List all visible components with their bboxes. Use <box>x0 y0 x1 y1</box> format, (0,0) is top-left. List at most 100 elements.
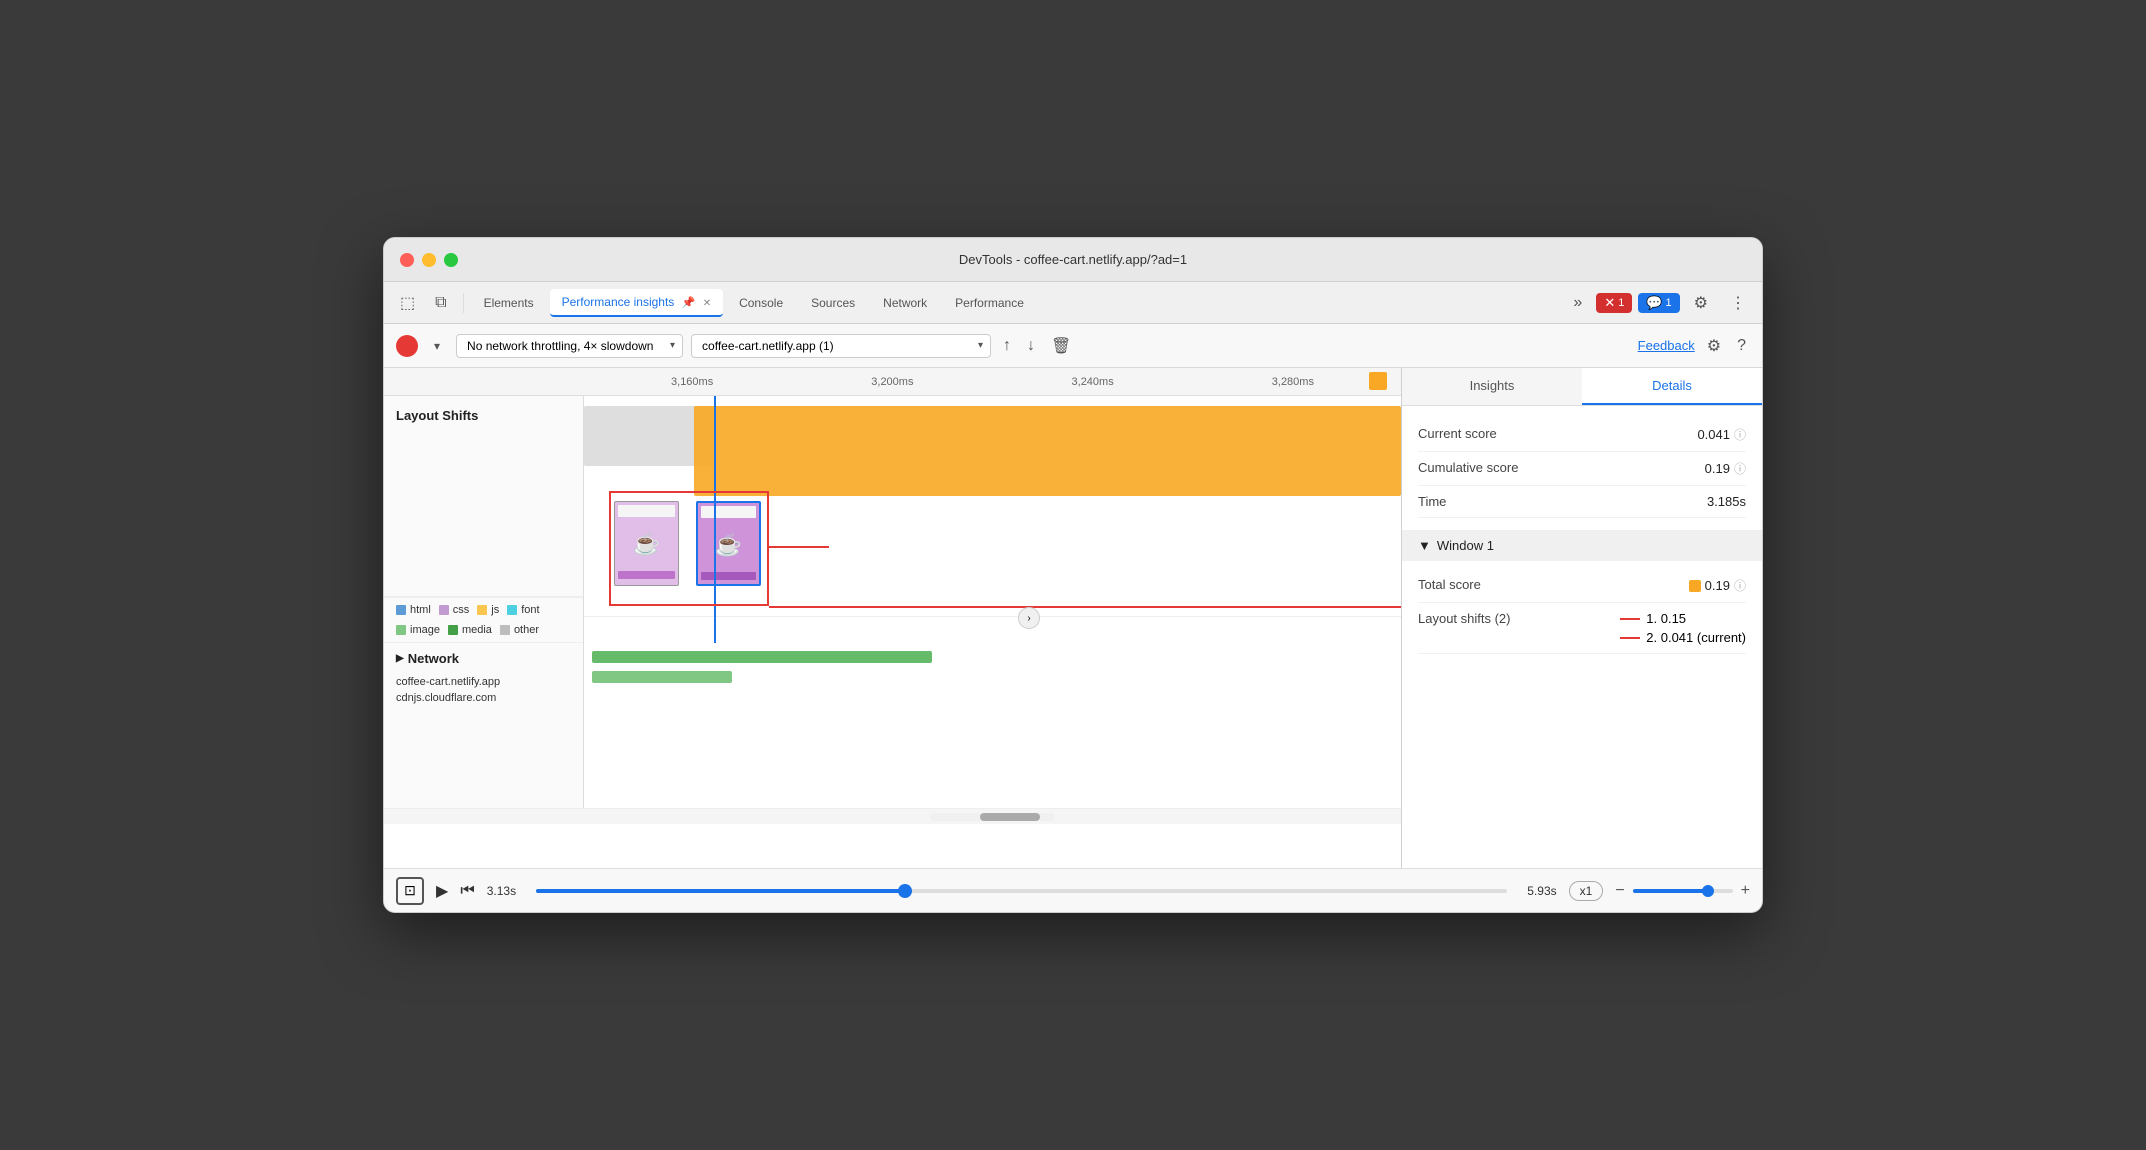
green-bar-1 <box>592 651 932 663</box>
settings-gear-icon[interactable]: ⚙ <box>1703 332 1725 360</box>
thumbnail-after: ☕ <box>696 501 761 586</box>
upload-icon[interactable]: ↑ <box>999 333 1015 359</box>
network-url-2: cdnjs.cloudflare.com <box>396 690 571 706</box>
horizontal-scrollbar[interactable] <box>930 813 1054 821</box>
tab-details[interactable]: Details <box>1582 368 1762 405</box>
collapse-button[interactable]: › <box>1018 607 1040 629</box>
info-badge[interactable]: 💬 1 <box>1638 293 1679 313</box>
tab-close-icon[interactable]: ✕ <box>703 298 711 309</box>
collapse-triangle-icon: ▼ <box>1418 538 1431 553</box>
skip-back-icon[interactable]: ⏮ <box>460 882 474 900</box>
dropdown-arrow-icon[interactable]: ▾ <box>426 333 448 359</box>
url-select-wrapper: coffee-cart.netlify.app (1) ▾ <box>691 334 991 358</box>
cumulative-score-help-icon[interactable]: ⓘ <box>1734 460 1746 477</box>
url-select[interactable]: coffee-cart.netlify.app (1) <box>691 334 991 358</box>
current-score-help-icon[interactable]: ⓘ <box>1734 426 1746 443</box>
tab-performance[interactable]: Performance <box>943 290 1036 316</box>
legend-other: other <box>500 624 539 636</box>
red-line-2 <box>1620 637 1640 639</box>
total-score-row: Total score 0.19 ⓘ <box>1418 569 1746 603</box>
speed-badge[interactable]: x1 <box>1569 881 1604 901</box>
red-line-1 <box>1620 618 1640 620</box>
delete-icon[interactable]: 🗑 <box>1047 332 1075 360</box>
total-score-label: Total score <box>1418 577 1481 592</box>
current-score-value: 0.041 ⓘ <box>1697 426 1746 443</box>
feedback-button[interactable]: Feedback <box>1638 338 1695 353</box>
network-separator <box>584 616 1401 617</box>
legend-html: html <box>396 604 431 616</box>
cursor-icon[interactable]: ⬚ <box>392 287 423 319</box>
window1-content: Total score 0.19 ⓘ Layout shifts (2) 1. … <box>1402 561 1762 662</box>
total-score-value: 0.19 ⓘ <box>1689 577 1746 594</box>
tab-performance-insights[interactable]: Performance insights 📌 ✕ <box>550 289 724 317</box>
more-tabs-button[interactable]: » <box>1565 288 1590 318</box>
labels-column: Layout Shifts html css <box>384 396 584 808</box>
zoom-in-button[interactable]: + <box>1741 882 1750 900</box>
scrollbar-thumb[interactable] <box>980 813 1040 821</box>
network-url-1: coffee-cart.netlify.app <box>396 674 571 690</box>
help-icon[interactable]: ? <box>1733 333 1750 359</box>
legend-image: image <box>396 624 440 636</box>
layout-shifts-row: Layout shifts (2) 1. 0.15 2. 0.041 (curr… <box>1418 603 1746 654</box>
scrollbar-area <box>384 808 1401 824</box>
record-button[interactable] <box>396 335 418 357</box>
time-label: Time <box>1418 494 1446 509</box>
total-score-help-icon[interactable]: ⓘ <box>1734 577 1746 594</box>
details-panel: Insights Details Current score 0.041 ⓘ C… <box>1402 368 1762 868</box>
timeline-body: Layout Shifts html css <box>384 396 1401 808</box>
visualization-area[interactable]: ☕ ☕ <box>584 396 1401 808</box>
zoom-out-button[interactable]: − <box>1615 882 1624 900</box>
red-line-mid <box>769 546 829 548</box>
zoom-fill <box>1633 889 1708 893</box>
download-icon[interactable]: ↓ <box>1023 333 1039 359</box>
network-label: ▶ Network <box>384 643 583 674</box>
time-row: Time 3.185s <box>1418 486 1746 518</box>
timestamp-4: 3,280ms <box>1272 376 1314 388</box>
cumulative-score-label: Cumulative score <box>1418 460 1518 475</box>
blue-line <box>714 396 716 643</box>
tab-right-area: » ✕ 1 💬 1 ⚙ ⋮ <box>1565 287 1754 319</box>
zoom-controls: − + <box>1615 882 1750 900</box>
time-value: 3.185s <box>1707 494 1746 509</box>
red-line-bottom <box>769 606 1401 608</box>
timeline-header: 3,160ms 3,200ms 3,240ms 3,280ms <box>384 368 1401 396</box>
legend-css: css <box>439 604 470 616</box>
green-bar-2 <box>592 671 732 683</box>
zoom-slider[interactable] <box>1633 889 1733 893</box>
device-toggle-icon[interactable]: ⧉ <box>427 288 454 318</box>
tab-sources[interactable]: Sources <box>799 290 867 316</box>
playback-bar: ⊡ ▶ ⏮ 3.13s 5.93s x1 − + <box>384 868 1762 912</box>
close-button[interactable] <box>400 253 414 267</box>
tab-bar: ⬚ ⧉ Elements Performance insights 📌 ✕ Co… <box>384 282 1762 324</box>
window1-header: ▼ Window 1 <box>1402 530 1762 561</box>
error-badge[interactable]: ✕ 1 <box>1596 293 1632 313</box>
legend-media: media <box>448 624 492 636</box>
tab-console[interactable]: Console <box>727 290 795 316</box>
timeline-scrubber[interactable] <box>536 889 1507 893</box>
orange-indicator <box>1689 580 1701 592</box>
settings-icon[interactable]: ⚙ <box>1686 287 1716 319</box>
maximize-button[interactable] <box>444 253 458 267</box>
play-button[interactable]: ▶ <box>436 881 448 901</box>
separator <box>463 293 464 313</box>
start-time: 3.13s <box>487 884 516 898</box>
collapse-handle: › <box>1018 607 1040 629</box>
timestamp-3: 3,240ms <box>1072 376 1114 388</box>
legend-js: js <box>477 604 499 616</box>
cumulative-score-row: Cumulative score 0.19 ⓘ <box>1418 452 1746 486</box>
camera-icon[interactable]: ⊡ <box>396 877 424 905</box>
minimize-button[interactable] <box>422 253 436 267</box>
details-tabs: Insights Details <box>1402 368 1762 406</box>
shift-2: 2. 0.041 (current) <box>1620 630 1746 645</box>
throttle-select[interactable]: No network throttling, 4× slowdown <box>456 334 683 358</box>
tab-network[interactable]: Network <box>871 290 939 316</box>
main-content: 3,160ms 3,200ms 3,240ms 3,280ms Layout S… <box>384 368 1762 868</box>
tab-insights[interactable]: Insights <box>1402 368 1582 405</box>
more-options-icon[interactable]: ⋮ <box>1722 287 1754 319</box>
timeline-scale: 3,160ms 3,200ms 3,240ms 3,280ms <box>584 376 1401 388</box>
current-score-row: Current score 0.041 ⓘ <box>1418 418 1746 452</box>
scrubber-thumb[interactable] <box>898 884 912 898</box>
tab-elements[interactable]: Elements <box>472 290 546 316</box>
legend-font: font <box>507 604 539 616</box>
zoom-thumb[interactable] <box>1702 885 1714 897</box>
